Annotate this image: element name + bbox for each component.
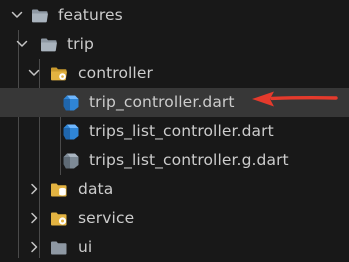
tree-item-label: trip_controller.dart <box>89 93 235 111</box>
service-folder-icon <box>51 212 67 226</box>
folder-icon <box>51 241 67 255</box>
chevron-right-icon[interactable] <box>27 211 41 225</box>
dart-file-icon <box>63 124 79 140</box>
tree-item-label: ui <box>78 238 93 256</box>
tree-item-label: trips_list_controller.dart <box>89 122 274 140</box>
annotation-arrow-icon <box>252 91 338 107</box>
tree-item-label: controller <box>78 64 153 82</box>
folder-open-icon <box>32 9 48 23</box>
controller-folder-icon <box>51 67 67 81</box>
tree-item-label: trips_list_controller.g.dart <box>89 151 289 169</box>
dart-file-icon <box>63 95 79 111</box>
data-folder-icon <box>51 183 67 197</box>
chevron-down-icon[interactable] <box>10 8 24 22</box>
tree-item-controller[interactable]: controller <box>0 59 349 88</box>
tree-item-label: trip <box>67 35 94 53</box>
tree-item-features[interactable]: features <box>0 1 349 30</box>
tree-item-label: service <box>78 209 135 227</box>
chevron-right-icon[interactable] <box>27 182 41 196</box>
chevron-right-icon[interactable] <box>27 240 41 254</box>
tree-item-trips-list-controller-g-dart[interactable]: trips_list_controller.g.dart <box>0 146 349 175</box>
tree-item-service[interactable]: service <box>0 204 349 233</box>
tree-item-label: features <box>58 6 123 24</box>
chevron-down-icon[interactable] <box>27 66 41 80</box>
file-explorer-tree: features trip controller trip_controller… <box>0 0 349 258</box>
tree-item-label: data <box>78 180 114 198</box>
folder-open-icon <box>41 38 57 52</box>
dart-generated-file-icon <box>63 153 79 169</box>
tree-item-trips-list-controller-dart[interactable]: trips_list_controller.dart <box>0 117 349 146</box>
tree-item-data[interactable]: data <box>0 175 349 204</box>
chevron-down-icon[interactable] <box>15 37 29 51</box>
tree-item-trip[interactable]: trip <box>0 30 349 59</box>
